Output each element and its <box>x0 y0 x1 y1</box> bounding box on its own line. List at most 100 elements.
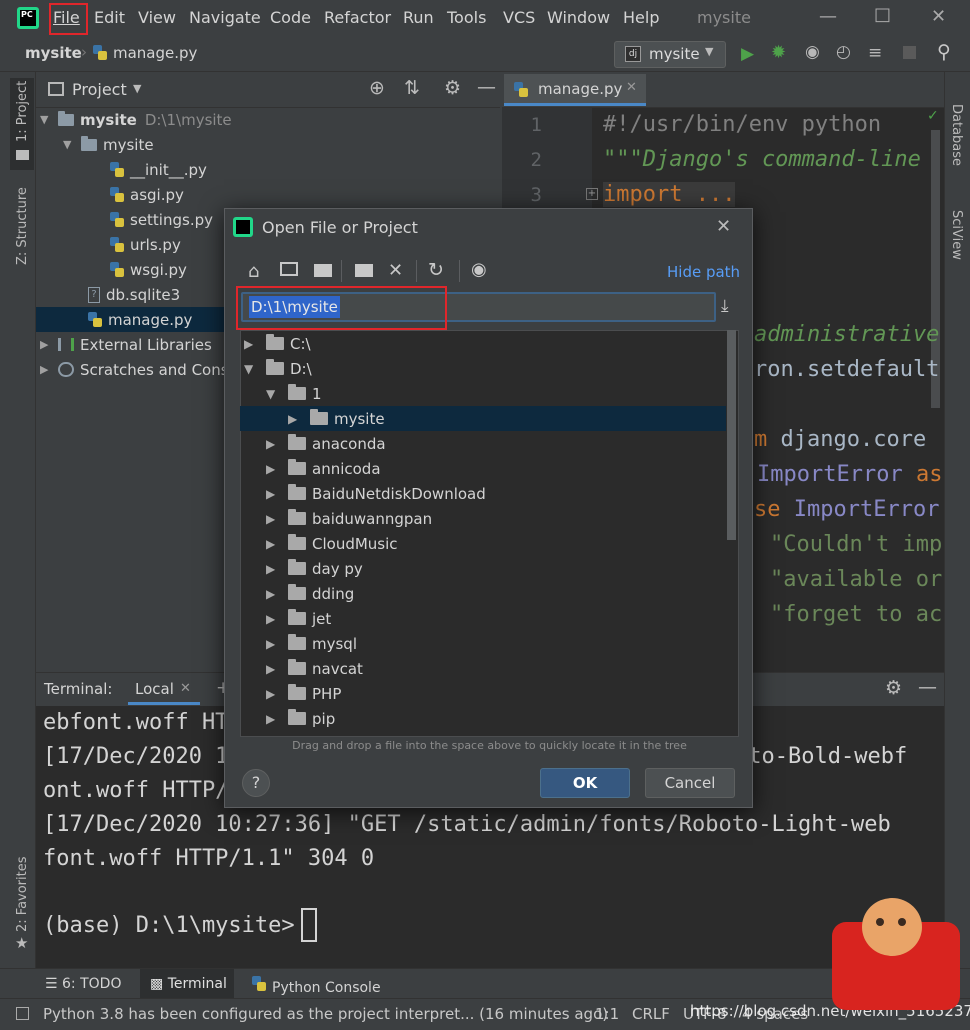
refresh-icon[interactable]: ↻ <box>428 259 444 281</box>
line-separator[interactable]: CRLF <box>632 1005 670 1023</box>
menu-vcs[interactable]: VCS <box>503 8 535 27</box>
run-list-icon[interactable]: ≡ <box>868 43 882 63</box>
collapse-all-icon[interactable]: ⇅ <box>404 77 420 99</box>
mascot-eye-icon <box>898 918 906 926</box>
tree-folder-1[interactable]: ▼ 1 <box>266 381 322 406</box>
tree-file-db[interactable]: ? db.sqlite3 <box>88 282 180 307</box>
tree-folder-mysite[interactable]: ▶ mysite <box>288 406 385 431</box>
gear-icon[interactable]: ⚙ <box>444 77 461 99</box>
chevron-down-icon[interactable]: ▼ <box>133 82 141 95</box>
tree-folder[interactable]: ▶ PHP <box>266 681 341 706</box>
tree-folder[interactable]: ▶ BaiduNetdiskDownload <box>266 481 486 506</box>
tree-folder[interactable]: ▶ navcat <box>266 656 363 681</box>
profile-icon[interactable]: ◴ <box>836 42 851 62</box>
collapsed-arrow-icon: ▶ <box>244 336 254 351</box>
file-tree-scrollbar[interactable] <box>727 330 736 540</box>
download-icon[interactable]: ⤓ <box>721 296 729 316</box>
show-hidden-icon[interactable]: ◉ <box>471 259 487 280</box>
tree-folder[interactable]: ▶ pip <box>266 706 335 731</box>
toggle-tool-windows-icon[interactable] <box>16 1007 29 1020</box>
tree-file[interactable]: settings.py <box>110 207 213 232</box>
project-folder-icon <box>16 150 29 160</box>
delete-icon[interactable]: ✕ <box>388 260 403 281</box>
menu-window[interactable]: Window <box>547 8 610 27</box>
tree-folder[interactable]: ▶ jet <box>266 606 331 631</box>
terminal-tool-tab-label: ▩ Terminal <box>150 976 227 992</box>
run-configuration-select[interactable]: dj mysite ▼ <box>614 41 726 68</box>
menu-navigate[interactable]: Navigate <box>189 8 261 27</box>
tree-drive-d[interactable]: ▼ D:\ <box>244 356 312 381</box>
caret-position[interactable]: 1:1 <box>595 1005 619 1023</box>
project-tool-label[interactable]: 1: Project <box>15 81 30 142</box>
desktop-icon[interactable] <box>280 262 298 276</box>
stop-icon[interactable] <box>903 46 916 59</box>
tree-file[interactable]: __init__.py <box>110 157 207 182</box>
close-tab-icon[interactable]: ✕ <box>180 681 191 696</box>
coverage-icon[interactable]: ◉ <box>805 42 820 62</box>
python-console-tab[interactable]: Python Console <box>252 976 381 996</box>
close-window-icon[interactable]: ✕ <box>931 6 946 27</box>
sciview-tool-label[interactable]: SciView <box>949 210 964 260</box>
project-folder-icon[interactable] <box>314 264 332 277</box>
project-view-icon <box>48 82 64 96</box>
home-icon[interactable]: ⌂ <box>248 261 259 282</box>
status-message[interactable]: Python 3.8 has been configured as the pr… <box>43 1005 608 1023</box>
tree-drive-c[interactable]: ▶ C:\ <box>244 331 311 356</box>
favorites-tool-label[interactable]: 2: Favorites <box>15 856 30 932</box>
tree-folder[interactable]: ▶ CloudMusic <box>266 531 398 556</box>
tree-file[interactable]: asgi.py <box>110 182 184 207</box>
folder-icon <box>288 709 306 725</box>
project-panel-title[interactable]: Project <box>72 80 127 99</box>
ok-button[interactable]: OK <box>540 768 630 798</box>
code-fragment: administrative <box>754 322 940 347</box>
database-tool-label[interactable]: Database <box>949 104 964 166</box>
locate-icon[interactable]: ⊕ <box>369 77 385 99</box>
mascot-eye-icon <box>876 918 884 926</box>
tree-folder[interactable]: ▶ anaconda <box>266 431 386 456</box>
fold-icon[interactable]: + <box>586 188 598 200</box>
close-tab-icon[interactable]: ✕ <box>626 80 637 95</box>
minimize-icon[interactable]: — <box>819 6 837 27</box>
editor-tab-manage[interactable]: manage.py ✕ <box>504 74 646 106</box>
hide-panel-icon[interactable]: — <box>918 676 937 698</box>
tree-folder[interactable]: ▶ baiduwanngpan <box>266 506 432 531</box>
todo-tab[interactable]: ☰ 6: TODO <box>45 976 121 992</box>
tree-file[interactable]: wsgi.py <box>110 257 187 282</box>
tree-folder[interactable]: ▶ mysql <box>266 631 357 656</box>
window-title: mysite <box>697 8 751 27</box>
new-folder-icon[interactable] <box>355 264 373 277</box>
tree-external-libraries[interactable]: ▶ External Libraries <box>40 332 212 357</box>
tree-folder[interactable]: ▶ annicoda <box>266 456 381 481</box>
folder-icon <box>288 384 306 400</box>
menu-tools[interactable]: Tools <box>447 8 486 27</box>
tree-folder[interactable]: ▶ dding <box>266 581 354 606</box>
hide-path-link[interactable]: Hide path <box>667 263 740 281</box>
breadcrumb-file[interactable]: manage.py <box>93 44 197 62</box>
run-icon[interactable]: ▶ <box>741 44 754 64</box>
close-dialog-icon[interactable]: ✕ <box>716 216 731 237</box>
tree-file[interactable]: urls.py <box>110 232 181 257</box>
tree-folder[interactable]: ▶ day py <box>266 556 363 581</box>
search-icon[interactable]: ⚲ <box>937 41 951 63</box>
library-icon <box>58 338 74 351</box>
collapsed-arrow-icon: ▶ <box>266 536 276 551</box>
menu-refactor[interactable]: Refactor <box>324 8 391 27</box>
tree-root[interactable]: ▼ mysite D:\1\mysite <box>40 107 232 132</box>
menu-edit[interactable]: Edit <box>94 8 125 27</box>
folder-icon <box>288 684 306 700</box>
collapsed-arrow-icon: ▶ <box>266 461 276 476</box>
menu-help[interactable]: Help <box>623 8 659 27</box>
menu-code[interactable]: Code <box>270 8 311 27</box>
gear-icon[interactable]: ⚙ <box>885 677 902 699</box>
breadcrumb-project[interactable]: mysite <box>25 44 82 62</box>
help-button[interactable]: ? <box>242 769 270 797</box>
maximize-icon[interactable]: □ <box>874 4 891 25</box>
tree-file-manage[interactable]: manage.py <box>88 307 192 332</box>
hide-panel-icon[interactable]: — <box>477 76 496 98</box>
debug-icon[interactable]: ✹ <box>771 42 786 63</box>
menu-run[interactable]: Run <box>403 8 434 27</box>
menu-view[interactable]: View <box>138 8 176 27</box>
cancel-button[interactable]: Cancel <box>645 768 735 798</box>
tree-package-mysite[interactable]: ▼ mysite <box>63 132 154 157</box>
structure-tool-label[interactable]: Z: Structure <box>15 187 30 265</box>
